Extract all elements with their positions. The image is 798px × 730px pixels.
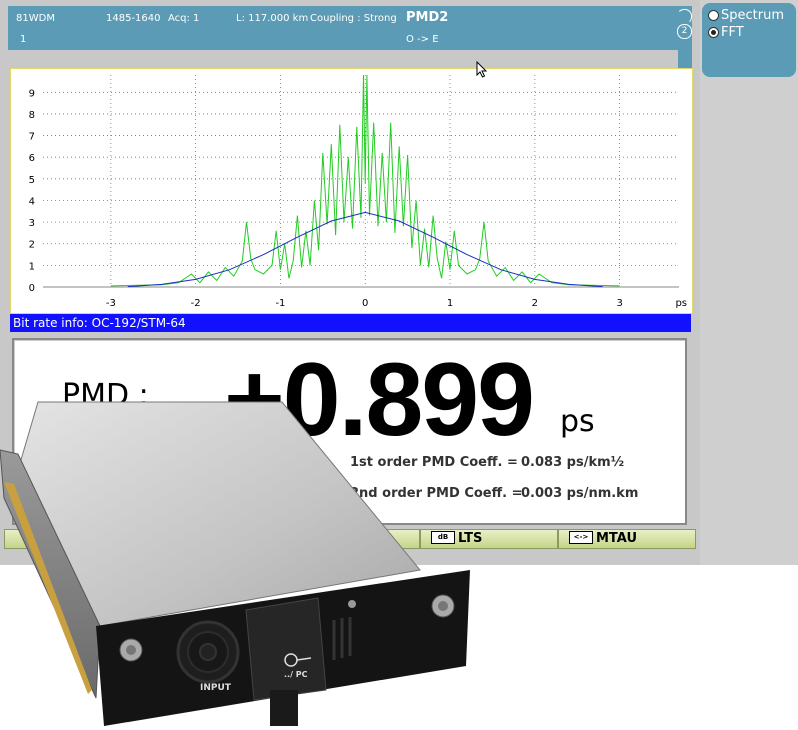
x-axis-label: ps <box>675 298 687 309</box>
x-tick-label: -2 <box>191 298 201 309</box>
series-line-fft <box>110 74 620 287</box>
fft-option[interactable]: FFT <box>708 25 744 40</box>
coupling-mode: Coupling : Strong <box>310 13 397 24</box>
wavelength-range: 1485-1640 <box>106 13 161 24</box>
pmd-fft-chart: 0 1 2 3 4 5 6 7 8 9 -3 -2 -1 0 1 2 3 ps <box>10 68 693 314</box>
y-tick-label: 0 <box>29 283 35 294</box>
x-tick-label: -3 <box>106 298 116 309</box>
bit-rate-info-bar: Bit rate info: OC-192/STM-64 <box>10 314 691 332</box>
trace-index: 1 <box>20 34 27 45</box>
measurement-title: PMD2 <box>406 10 449 25</box>
y-tick-label: 4 <box>29 196 35 207</box>
x-tick-label: 3 <box>616 298 622 309</box>
first-order-coeff-value: 0.083 ps/km½ <box>521 455 625 470</box>
y-tick-label: 8 <box>29 110 35 121</box>
x-tick-label: 0 <box>362 298 368 309</box>
fft-radio[interactable] <box>708 27 719 38</box>
second-order-coeff-value: 0.003 ps/nm.km <box>521 486 639 501</box>
direction-label: O -> E <box>406 34 439 45</box>
fiber-length: L: 117.000 km <box>236 13 309 24</box>
tab-mtau-label: MTAU <box>596 531 638 546</box>
chart-svg: 0 1 2 3 4 5 6 7 8 9 -3 -2 -1 0 1 2 3 ps <box>29 74 687 309</box>
x-tick-label: 1 <box>447 298 453 309</box>
port-label: ../ PC <box>284 670 308 679</box>
x-tick-label: -1 <box>275 298 285 309</box>
trace-2-marker[interactable]: 2 <box>677 24 692 39</box>
spectrum-radio[interactable] <box>708 10 719 21</box>
trace-selector[interactable]: 2 <box>677 6 692 68</box>
fft-label: FFT <box>721 25 744 40</box>
acquisition-count: Acq: 1 <box>168 13 200 24</box>
side-panel <box>700 0 798 565</box>
trace-1-marker[interactable] <box>677 9 692 24</box>
wdm-type: 81WDM <box>16 13 55 24</box>
mouse-pointer-icon <box>476 61 488 78</box>
trace-info-header: 81WDM 1485-1640 Acq: 1 L: 117.000 km Cou… <box>8 6 678 50</box>
spectrum-option[interactable]: Spectrum <box>708 8 784 23</box>
input-label: INPUT <box>200 683 232 693</box>
y-tick-label: 3 <box>29 218 35 229</box>
pmd-plug-in-module-photo: INPUT ../ PC <box>0 401 470 726</box>
spectrum-label: Spectrum <box>721 8 784 23</box>
display-mode-selector: Spectrum FFT <box>702 3 796 77</box>
tab-mtau[interactable]: <-> MTAU <box>558 529 696 549</box>
y-tick-label: 2 <box>29 240 35 251</box>
y-tick-label: 6 <box>29 153 35 164</box>
pmd-unit: ps <box>560 404 595 439</box>
x-tick-label: 2 <box>532 298 538 309</box>
y-tick-label: 9 <box>29 88 35 99</box>
y-tick-label: 7 <box>29 132 35 143</box>
y-tick-label: 5 <box>29 175 35 186</box>
mtau-icon: <-> <box>569 531 593 544</box>
y-tick-label: 1 <box>29 261 35 272</box>
